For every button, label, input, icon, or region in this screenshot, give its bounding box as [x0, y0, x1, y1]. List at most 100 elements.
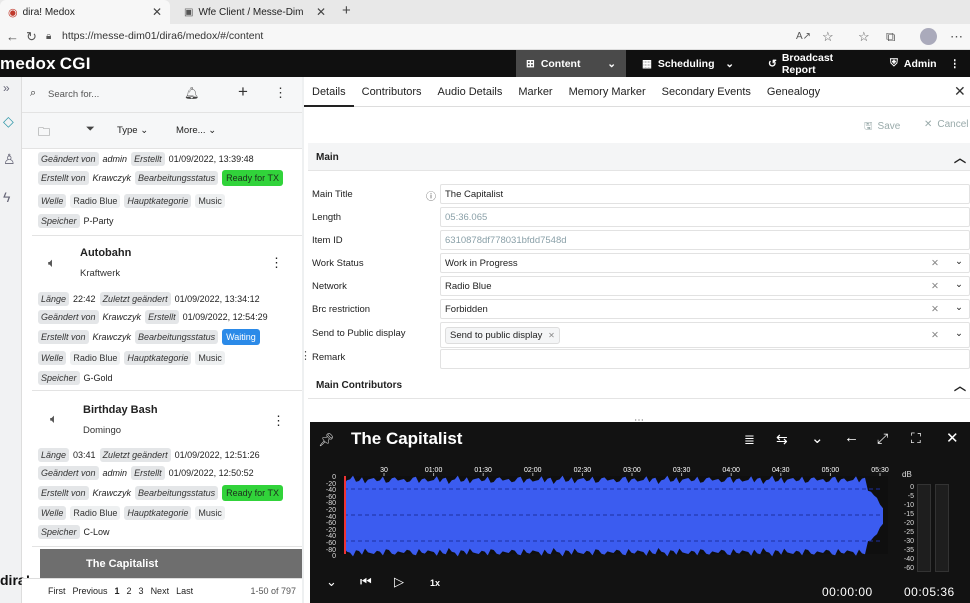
lightning-icon[interactable]: ϟ [3, 189, 10, 205]
content-nav-icon[interactable]: ◇ [3, 113, 14, 130]
tab-marker[interactable]: Marker [510, 77, 560, 107]
search-input[interactable]: Search for... [48, 89, 99, 100]
logo-text: medox [0, 54, 56, 73]
nav-scheduling[interactable]: ▦ Scheduling ⌄ [632, 50, 744, 77]
more-icon[interactable]: ⋯ [950, 29, 963, 45]
time-tick-label: 02:30 [574, 467, 592, 474]
waveform[interactable]: 30 01:00 01:30 02:00 02:30 03:00 03:30 04:00 04:… [338, 462, 898, 558]
reload-icon[interactable]: ↻ [26, 29, 37, 45]
section-main-header[interactable]: Main ︿ [308, 143, 970, 171]
nav-broadcast-report[interactable]: ↺ Broadcast Report [758, 50, 878, 77]
public-display-select[interactable]: Send to public display ✕ ✕ ⌄ [440, 322, 970, 348]
more-filter[interactable]: More... ⌄ [176, 125, 216, 136]
pager-page-2[interactable]: 2 [127, 586, 132, 596]
lock-icon[interactable]: 🔒︎ [46, 31, 51, 42]
tag-value: Music [195, 194, 225, 208]
add-icon[interactable]: + [238, 82, 248, 102]
favorites-icon[interactable]: ☆ [858, 29, 870, 45]
nav-admin-label: Admin [903, 57, 937, 70]
read-aloud-icon[interactable]: A↗ [796, 31, 811, 42]
item-id-field: 6310878df778031bfdd7548d [440, 230, 970, 250]
fullscreen-icon[interactable]: ⛶ [911, 430, 921, 447]
chevron-down-icon[interactable]: ⌄ [811, 429, 824, 447]
tab-memory-marker[interactable]: Memory Marker [561, 77, 654, 107]
nav-content[interactable]: ⊞ Content ⌄ [516, 50, 626, 77]
arrow-left-icon[interactable]: ← [844, 429, 859, 446]
person-icon[interactable]: ♙ [3, 151, 16, 168]
chevron-down-icon[interactable]: ⌄ [955, 328, 963, 339]
tab-secondary-events[interactable]: Secondary Events [654, 77, 759, 107]
cancel-button[interactable]: ✕ Cancel [924, 119, 969, 130]
pager-page-1[interactable]: 1 [115, 586, 120, 596]
tab-details[interactable]: Details [304, 77, 354, 107]
play-icon[interactable]: ▷ [394, 574, 404, 590]
expand-icon[interactable]: ⤢ [877, 430, 888, 447]
more-vertical-icon[interactable]: ⋮ [272, 413, 285, 429]
pager-first[interactable]: First [48, 586, 66, 596]
more-vertical-icon[interactable]: ⋮ [274, 85, 287, 101]
search-row: ⌕ Search for... 🔔︎ + ⋮ [22, 77, 302, 113]
type-filter[interactable]: Type ⌄ [117, 125, 148, 136]
favorite-add-icon[interactable]: ☆ [822, 29, 834, 45]
tab-genealogy[interactable]: Genealogy [759, 77, 828, 107]
skip-back-icon[interactable]: ⏮︎ [360, 574, 372, 590]
clear-icon[interactable]: ✕ [931, 304, 939, 315]
close-icon[interactable]: ✕ [316, 5, 326, 19]
network-select[interactable]: Radio Blue ✕ ⌄ [440, 276, 970, 296]
tab-contributors[interactable]: Contributors [354, 77, 430, 107]
list-item[interactable]: Geändert von admin Erstellt 01/09/2022, … [32, 150, 302, 236]
folder-icon[interactable]: 🗀︎ [38, 123, 50, 144]
new-tab-icon[interactable]: + [342, 2, 351, 19]
url-field[interactable]: https://messe-dim01/dira6/medox/#/conten… [62, 30, 263, 42]
chip-remove-icon[interactable]: ✕ [548, 331, 555, 340]
filter-icon[interactable]: ⏷ [86, 123, 95, 136]
repeat-icon[interactable]: ⇆ [776, 431, 788, 448]
remark-field[interactable] [440, 349, 970, 369]
tag-label: Welle [38, 194, 67, 208]
back-icon[interactable]: ← [6, 29, 19, 44]
browser-tab-wfe[interactable]: ▣ Wfe Client / Messe-Dim ✕ [176, 0, 334, 24]
section-contributors-header[interactable]: Main Contributors ︿ [308, 371, 970, 399]
brc-restriction-select[interactable]: Forbidden ✕ ⌄ [440, 299, 970, 319]
profile-avatar[interactable] [920, 28, 937, 45]
save-button[interactable]: 🖫︎ Save [864, 119, 900, 136]
meter-tick-label: -40 [903, 556, 914, 563]
chevron-down-icon[interactable]: ⌄ [326, 574, 337, 590]
chevron-down-icon[interactable]: ⌄ [955, 256, 963, 267]
pager-page-3[interactable]: 3 [139, 586, 144, 596]
clear-icon[interactable]: ✕ [931, 330, 939, 341]
clear-icon[interactable]: ✕ [931, 258, 939, 269]
item-title: The Capitalist [86, 558, 159, 570]
chevron-down-icon[interactable]: ⌄ [955, 302, 963, 313]
tag-label: Speicher [38, 525, 80, 539]
pin-icon[interactable]: 📌︎ [318, 432, 335, 448]
work-status-select[interactable]: Work in Progress ✕ ⌄ [440, 253, 970, 273]
tab-audio-details[interactable]: Audio Details [430, 77, 511, 107]
info-icon[interactable]: ⓘ [426, 188, 436, 203]
chevron-down-icon[interactable]: ⌄ [955, 279, 963, 290]
browser-tab-medox[interactable]: ◉ dira! Medox ✕ [0, 0, 170, 24]
close-icon[interactable]: ✕ [152, 5, 162, 19]
more-vertical-icon[interactable]: ⋮ [270, 255, 283, 271]
collections-icon[interactable]: ⧉ [886, 29, 895, 45]
list-item[interactable]: 🔈︎ Birthday Bash Domingo ⋮ Länge 03:41 Z… [32, 393, 302, 547]
pager-previous[interactable]: Previous [73, 586, 108, 596]
speed-button[interactable]: 1x [430, 578, 440, 588]
close-icon[interactable]: ✕ [954, 83, 966, 100]
clear-icon[interactable]: ✕ [931, 281, 939, 292]
list-item-selected[interactable]: The Capitalist [40, 549, 302, 579]
nav-admin[interactable]: ⛨ Admin ⋮ [880, 50, 970, 77]
pager-next[interactable]: Next [151, 586, 170, 596]
drag-handle-icon[interactable]: ⋮ [300, 349, 311, 362]
playlist-icon[interactable]: ≣ [744, 432, 755, 448]
bell-icon[interactable]: 🔔︎ [184, 86, 199, 100]
expand-icon[interactable]: » [3, 81, 10, 95]
meter-tick-label: -35 [903, 547, 914, 554]
nav-content-label: Content [540, 57, 581, 70]
main-title-field[interactable]: The Capitalist [440, 184, 970, 204]
field-label: Length [312, 212, 342, 223]
list-item[interactable]: 🔈︎ Autobahn Kraftwerk ⋮ Länge 22:42 Zule… [32, 237, 302, 391]
meter-tick-label: 0 [910, 484, 914, 491]
close-icon[interactable]: ✕ [946, 429, 959, 447]
pager-last[interactable]: Last [176, 586, 193, 596]
